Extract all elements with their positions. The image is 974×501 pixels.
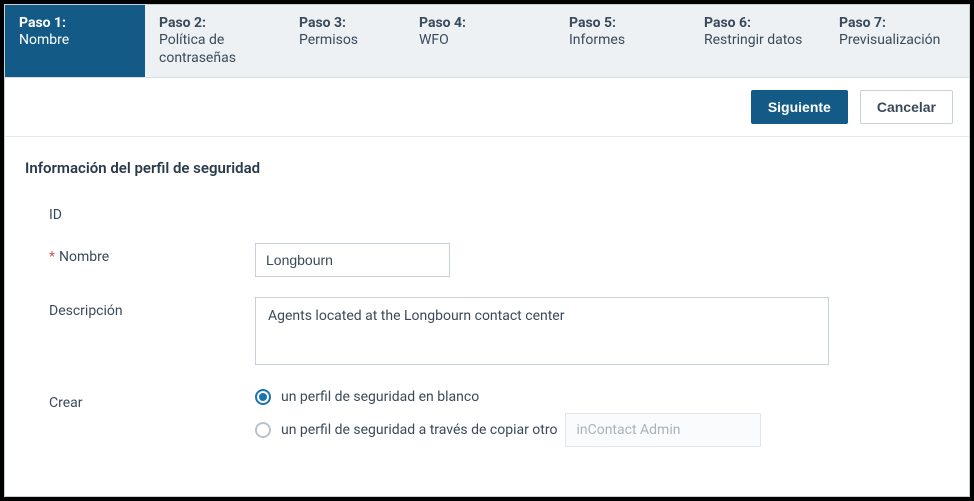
step-subtitle: Informes <box>569 32 676 50</box>
step-subtitle: Política de contraseñas <box>159 32 271 67</box>
step-6-restrict-data[interactable]: Paso 6: Restringir datos <box>690 5 825 77</box>
row-create: Crear un perfil de seguridad en blanco u… <box>25 389 949 455</box>
name-input[interactable] <box>255 243 450 277</box>
radio-icon <box>255 389 271 405</box>
required-marker: * <box>49 249 55 265</box>
create-option-blank[interactable]: un perfil de seguridad en blanco <box>255 389 855 405</box>
security-profile-info-section: Información del perfil de seguridad ID *… <box>5 137 969 485</box>
wizard-container: Paso 1: Nombre Paso 2: Política de contr… <box>4 4 970 497</box>
name-label: *Nombre <box>25 243 255 265</box>
create-option-copy[interactable]: un perfil de seguridad a través de copia… <box>255 413 855 447</box>
step-title: Paso 1: <box>19 15 131 31</box>
create-label: Crear <box>25 389 255 411</box>
create-option-blank-label: un perfil de seguridad en blanco <box>281 389 479 405</box>
action-bar: Siguiente Cancelar <box>5 78 969 137</box>
id-label: ID <box>25 201 255 223</box>
step-title: Paso 3: <box>299 15 391 31</box>
row-name: *Nombre <box>25 243 949 277</box>
name-label-text: Nombre <box>59 249 109 265</box>
step-3-permissions[interactable]: Paso 3: Permisos <box>285 5 405 77</box>
step-title: Paso 2: <box>159 15 271 31</box>
step-subtitle: Permisos <box>299 32 391 50</box>
step-2-password-policy[interactable]: Paso 2: Política de contraseñas <box>145 5 285 77</box>
cancel-button[interactable]: Cancelar <box>860 90 953 124</box>
step-subtitle: WFO <box>419 32 539 50</box>
step-1-name[interactable]: Paso 1: Nombre <box>5 5 145 77</box>
description-label: Descripción <box>25 297 255 319</box>
step-title: Paso 4: <box>419 15 541 31</box>
create-option-copy-label: un perfil de seguridad a través de copia… <box>281 422 557 438</box>
step-subtitle: Nombre <box>19 32 131 50</box>
step-5-reports[interactable]: Paso 5: Informes <box>555 5 690 77</box>
next-button[interactable]: Siguiente <box>751 90 848 124</box>
section-title: Información del perfil de seguridad <box>25 159 949 177</box>
step-title: Paso 7: <box>839 15 955 31</box>
radio-icon <box>255 422 271 438</box>
step-subtitle: Restringir datos <box>704 32 811 50</box>
row-id: ID <box>25 201 949 223</box>
wizard-steps: Paso 1: Nombre Paso 2: Política de contr… <box>5 5 969 78</box>
step-7-preview[interactable]: Paso 7: Previsualización <box>825 5 969 77</box>
step-4-wfo[interactable]: Paso 4: WFO <box>405 5 555 77</box>
step-subtitle: Previsualización <box>839 32 955 50</box>
step-title: Paso 5: <box>569 15 676 31</box>
row-description: Descripción <box>25 297 949 369</box>
copy-source-select[interactable]: inContact Admin <box>565 413 761 447</box>
step-title: Paso 6: <box>704 15 811 31</box>
description-input[interactable] <box>255 297 829 365</box>
